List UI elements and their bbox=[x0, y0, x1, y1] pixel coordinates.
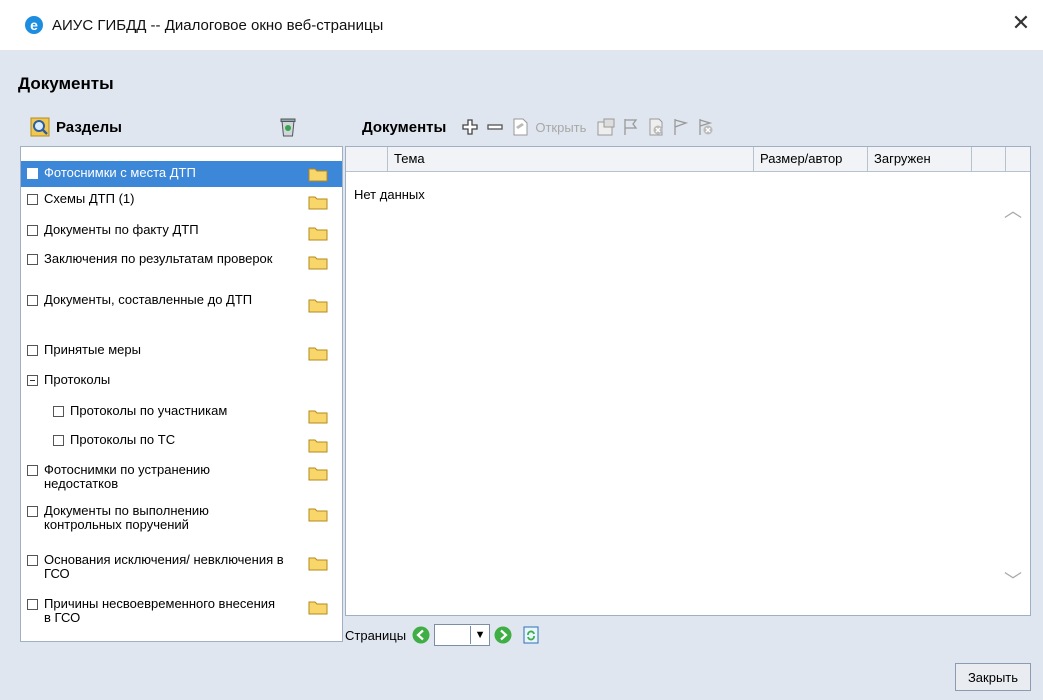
tree-item-measures-taken[interactable]: Принятые меры bbox=[21, 343, 342, 367]
title-bar: e АИУС ГИБДД -- Диалоговое окно веб-стра… bbox=[0, 0, 1043, 50]
folder-icon[interactable] bbox=[308, 225, 328, 241]
unflag-icon[interactable] bbox=[696, 117, 716, 137]
grid-header-scroll-spacer bbox=[1006, 147, 1030, 171]
tree-item-checkbox[interactable] bbox=[27, 599, 38, 610]
tree-item-late-entry-reasons[interactable]: Причины несвоевременного внесения в ГСО bbox=[21, 597, 342, 633]
folder-icon[interactable] bbox=[308, 194, 328, 210]
folder-icon[interactable] bbox=[308, 345, 328, 361]
flag-outline-icon[interactable] bbox=[671, 117, 691, 137]
add-icon[interactable] bbox=[460, 117, 480, 137]
close-icon[interactable]: ✕ bbox=[1009, 12, 1033, 36]
tree-item-checkbox[interactable] bbox=[53, 435, 64, 446]
grid-header: Тема Размер/автор Загружен bbox=[346, 147, 1030, 172]
next-page-icon[interactable] bbox=[494, 626, 512, 644]
tree-item-crash-photos[interactable]: Фотоснимки с места ДТП bbox=[21, 161, 342, 187]
tree-item-control-orders[interactable]: Документы по выполнению контрольных пору… bbox=[21, 504, 342, 540]
tree-item-checkbox[interactable] bbox=[27, 295, 38, 306]
folder-icon[interactable] bbox=[308, 506, 328, 522]
sections-header: Разделы bbox=[30, 114, 330, 140]
refresh-icon[interactable] bbox=[522, 626, 540, 644]
tree-item-protocols[interactable]: Протоколы bbox=[21, 373, 342, 397]
tree-item-checkbox[interactable] bbox=[27, 168, 38, 179]
folder-icon[interactable] bbox=[308, 166, 328, 182]
tree-item-checkbox[interactable] bbox=[53, 406, 64, 417]
sections-title: Разделы bbox=[56, 118, 122, 136]
page-select[interactable]: ▼ bbox=[434, 624, 491, 646]
folder-icon[interactable] bbox=[308, 254, 328, 270]
tree-item-label: Заключения по результатам проверок bbox=[44, 251, 273, 266]
tree-item-label: Фотоснимки с места ДТП bbox=[44, 165, 196, 180]
remove-icon[interactable] bbox=[485, 117, 505, 137]
grid-header-select[interactable] bbox=[346, 147, 388, 171]
documents-title: Документы bbox=[362, 118, 447, 136]
ie-icon: e bbox=[25, 16, 43, 34]
tree-item-label: Причины несвоевременного внесения в ГСО bbox=[44, 596, 276, 625]
tree-item-label: Основания исключения/ невключения в ГСО bbox=[44, 552, 284, 581]
previous-page-icon[interactable] bbox=[412, 626, 430, 644]
column-header-subject[interactable]: Тема bbox=[388, 147, 754, 171]
pager-label: Страницы bbox=[345, 627, 407, 643]
tree-item-label: Протоколы по ТС bbox=[70, 432, 176, 447]
open-document-icon[interactable] bbox=[510, 117, 530, 137]
folder-icon[interactable] bbox=[308, 465, 328, 481]
tree-item-vehicle-protocols[interactable]: Протоколы по ТС bbox=[21, 433, 342, 457]
tree-item-label: Документы, составленные до ДТП bbox=[44, 292, 253, 307]
column-header-uploaded[interactable]: Загружен bbox=[868, 147, 972, 171]
recycle-bin-icon[interactable] bbox=[278, 116, 298, 138]
tree-item-checkbox[interactable] bbox=[27, 254, 38, 265]
folder-icon[interactable] bbox=[308, 408, 328, 424]
properties-icon[interactable] bbox=[596, 117, 616, 137]
tree-item-checkbox[interactable] bbox=[27, 555, 38, 566]
scroll-down-icon[interactable]: ﹀ bbox=[1004, 567, 1022, 593]
sections-tree: Фотоснимки с места ДТП Схемы ДТП (1) Док… bbox=[20, 146, 343, 642]
tree-item-inspection-conclusions[interactable]: Заключения по результатам проверок bbox=[21, 252, 342, 288]
documents-grid: Тема Размер/автор Загружен Нет данных ︿ … bbox=[345, 146, 1031, 616]
documents-toolbar: Документы Открыть bbox=[362, 114, 721, 140]
close-button[interactable]: Закрыть bbox=[955, 663, 1031, 691]
tree-item-checkbox[interactable] bbox=[27, 225, 38, 236]
delete-document-icon[interactable] bbox=[646, 117, 666, 137]
tree-item-checkbox[interactable] bbox=[27, 506, 38, 517]
folder-icon[interactable] bbox=[308, 297, 328, 313]
open-button[interactable]: Открыть bbox=[535, 120, 586, 135]
pager: Страницы ▼ bbox=[345, 622, 540, 648]
tree-item-participant-protocols[interactable]: Протоколы по участникам bbox=[21, 404, 342, 428]
tree-item-crash-schemes[interactable]: Схемы ДТП (1) bbox=[21, 192, 342, 216]
scroll-up-icon[interactable]: ︿ bbox=[1004, 197, 1022, 223]
tree-item-label: Документы по факту ДТП bbox=[44, 222, 199, 237]
grid-header-extra bbox=[972, 147, 1006, 171]
tree-item-checkbox[interactable] bbox=[27, 465, 38, 476]
tree-item-label: Документы по выполнению контрольных пору… bbox=[44, 503, 209, 532]
tree-item-label: Фотоснимки по устранению недостатков bbox=[44, 462, 211, 491]
collapse-toggle[interactable] bbox=[27, 375, 38, 386]
chevron-down-icon[interactable]: ▼ bbox=[470, 626, 489, 644]
tree-item-label: Принятые меры bbox=[44, 342, 141, 357]
folder-icon[interactable] bbox=[308, 555, 328, 571]
tree-item-crash-documents[interactable]: Документы по факту ДТП bbox=[21, 223, 342, 247]
flag-icon[interactable] bbox=[621, 117, 641, 137]
tree-item-label: Протоколы по участникам bbox=[70, 403, 228, 418]
svg-text:e: e bbox=[30, 17, 38, 33]
folder-icon[interactable] bbox=[308, 437, 328, 453]
folder-icon[interactable] bbox=[308, 599, 328, 615]
column-header-size-author[interactable]: Размер/автор bbox=[754, 147, 868, 171]
page-title: Документы bbox=[18, 74, 114, 93]
tree-item-exclusion-grounds[interactable]: Основания исключения/ невключения в ГСО bbox=[21, 553, 342, 589]
tree-item-pre-crash-documents[interactable]: Документы, составленные до ДТП bbox=[21, 293, 342, 329]
empty-state-text: Нет данных bbox=[354, 187, 425, 202]
window-title: АИУС ГИБДД -- Диалоговое окно веб-страни… bbox=[52, 16, 384, 34]
search-icon bbox=[30, 117, 50, 137]
tree-item-checkbox[interactable] bbox=[27, 194, 38, 205]
tree-item-label: Протоколы bbox=[44, 372, 111, 387]
tree-item-label: Схемы ДТП (1) bbox=[44, 191, 135, 206]
tree-item-deficiency-photos[interactable]: Фотоснимки по устранению недостатков bbox=[21, 463, 342, 499]
tree-item-checkbox[interactable] bbox=[27, 345, 38, 356]
